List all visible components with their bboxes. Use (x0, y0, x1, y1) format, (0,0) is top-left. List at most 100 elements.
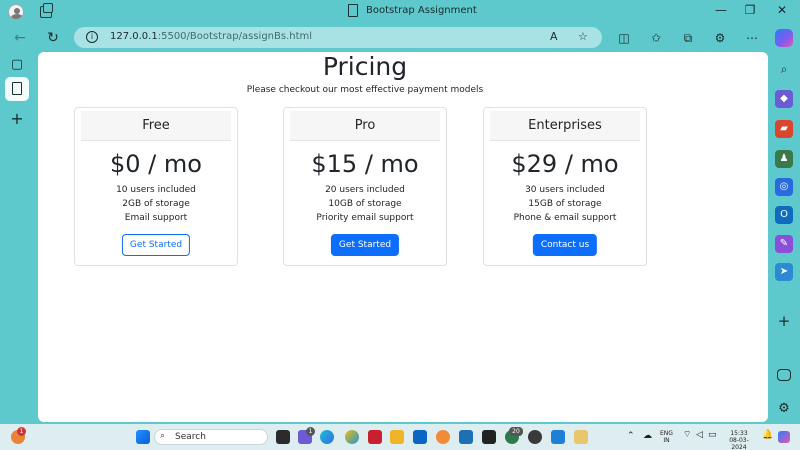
mcafee-icon[interactable] (368, 430, 382, 444)
volume-icon[interactable]: ◁ (696, 431, 703, 440)
wordpress-icon[interactable] (528, 430, 542, 444)
get-started-button[interactable]: Get Started (330, 234, 400, 256)
edge-browser-icon[interactable] (320, 430, 334, 444)
card-price: $0 / mo (110, 150, 202, 178)
url-path: :5500/Bootstrap/assignBs.html (157, 31, 313, 42)
feature-item: 20 users included (325, 185, 405, 195)
feature-list: 20 users included 10GB of storage Priori… (284, 183, 446, 225)
sidebar-screenshot-icon[interactable] (777, 369, 791, 381)
linkedin-icon[interactable] (413, 430, 427, 444)
address-url[interactable]: 127.0.0.1:5500/Bootstrap/assignBs.html (110, 31, 312, 42)
address-bar[interactable]: i 127.0.0.1:5500/Bootstrap/assignBs.html… (74, 27, 602, 48)
sidebar-copilot-icon[interactable]: ◎ (775, 178, 793, 196)
sidebar-designer-icon[interactable]: ✎ (775, 235, 793, 253)
sidebar-games-icon[interactable]: ♟ (775, 150, 793, 168)
close-button[interactable]: ✕ (773, 3, 791, 17)
card-header: Free (81, 111, 231, 141)
active-tab-document-icon[interactable] (5, 77, 29, 101)
battery-icon[interactable]: ▭ (708, 431, 717, 440)
region-code: IN (663, 437, 670, 444)
copilot-icon[interactable] (775, 29, 793, 47)
sidebar-shopping-icon[interactable]: ◆ (775, 90, 793, 108)
notifications-bell-icon[interactable]: 🔔 (762, 431, 773, 440)
feature-item: Priority email support (316, 213, 414, 223)
page-title: Pricing (322, 52, 408, 81)
pricing-card-enterprises: Enterprises $29 / mo 30 users included 1… (483, 107, 647, 266)
language-code: ENG (660, 430, 673, 437)
document-icon (348, 4, 358, 17)
feature-list: 30 users included 15GB of storage Phone … (484, 183, 646, 225)
copilot-app-icon[interactable] (345, 430, 359, 444)
clock[interactable]: 15:33 08-03-2024 (722, 430, 756, 450)
feature-item: 15GB of storage (528, 199, 602, 209)
feature-item: 30 users included (525, 185, 605, 195)
clock-date: 08-03-2024 (729, 437, 749, 450)
web-page: Pricing Please checkout our most effecti… (38, 52, 768, 422)
window-title-wrap: Bootstrap Assignment (348, 4, 477, 17)
language-indicator[interactable]: ENG IN (660, 430, 673, 444)
taskbar-search[interactable]: ⌕ Search (154, 429, 268, 445)
tab-document-icon (12, 82, 22, 95)
title-bar: Bootstrap Assignment — ❐ ✕ (0, 0, 800, 24)
feature-item: Email support (124, 213, 188, 223)
sidebar-search-icon[interactable]: ⌕ (775, 60, 793, 78)
search-label: Search (175, 432, 206, 442)
navigation-row: ← ↻ i 127.0.0.1:5500/Bootstrap/assignBs.… (0, 24, 800, 52)
tray-expand-icon[interactable]: ⌃ (627, 432, 635, 441)
clock-time: 15:33 (730, 430, 748, 437)
vscode-icon[interactable] (551, 430, 565, 444)
card-price: $15 / mo (311, 150, 419, 178)
app-icon[interactable] (574, 430, 588, 444)
more-options-icon[interactable]: ⋯ (744, 30, 760, 46)
app-icon[interactable] (436, 430, 450, 444)
sidebar-drop-icon[interactable]: ➤ (775, 263, 793, 281)
favorite-star-icon[interactable]: ☆ (578, 30, 588, 43)
vertical-tabs-icon[interactable]: ▢ (8, 56, 26, 74)
notification-badge: 1 (17, 427, 26, 436)
pricing-card-free: Free $0 / mo 10 users included 2GB of st… (74, 107, 238, 266)
whatsapp-badge: 20 (509, 427, 523, 436)
feature-item: 10 users included (116, 185, 196, 195)
feature-item: 10GB of storage (328, 199, 402, 209)
refresh-button[interactable]: ↻ (44, 30, 62, 46)
pricing-card-pro: Pro $15 / mo 20 users included 10GB of s… (283, 107, 447, 266)
store-icon[interactable] (459, 430, 473, 444)
card-header: Pro (290, 111, 440, 141)
collections-icon[interactable]: ⧉ (680, 30, 696, 46)
card-price: $29 / mo (511, 150, 619, 178)
profile-avatar-icon[interactable] (8, 4, 24, 20)
contact-us-button[interactable]: Contact us (532, 234, 598, 256)
window-title: Bootstrap Assignment (366, 5, 477, 16)
split-screen-icon[interactable]: ◫ (616, 30, 632, 46)
file-explorer-icon[interactable] (390, 430, 404, 444)
sidebar-tools-icon[interactable]: ▰ (775, 120, 793, 138)
sidebar-add-button[interactable]: + (775, 312, 793, 330)
minimize-button[interactable]: — (712, 3, 730, 17)
copilot-tray-icon[interactable] (778, 431, 790, 443)
github-icon[interactable] (482, 430, 496, 444)
onedrive-icon[interactable]: ☁ (643, 432, 652, 441)
feature-item: Phone & email support (513, 213, 617, 223)
taskbar: 1 ⌕ Search 1 20 ⌃ ☁ ENG IN ⌔ ◁ ▭ 15:33 0… (0, 424, 800, 450)
sidebar-outlook-icon[interactable]: O (775, 206, 793, 224)
app-badge: 1 (306, 427, 315, 436)
card-header: Enterprises (490, 111, 640, 141)
maximize-button[interactable]: ❐ (741, 3, 759, 17)
get-started-button[interactable]: Get Started (121, 234, 191, 256)
favorites-icon[interactable]: ✩ (648, 30, 664, 46)
feature-item: 2GB of storage (122, 199, 190, 209)
read-aloud-icon[interactable]: A (550, 30, 558, 43)
start-button-icon[interactable] (136, 430, 150, 444)
wifi-icon[interactable]: ⌔ (683, 431, 691, 440)
new-tab-button[interactable]: + (8, 110, 26, 128)
back-button[interactable]: ← (11, 30, 29, 46)
site-info-icon[interactable]: i (86, 31, 98, 43)
url-host: 127.0.0.1 (110, 31, 158, 42)
search-icon: ⌕ (160, 431, 166, 441)
workspaces-icon[interactable] (40, 3, 53, 18)
task-view-icon[interactable] (276, 430, 290, 444)
extensions-icon[interactable]: ⚙ (712, 30, 728, 46)
sidebar-settings-icon[interactable]: ⚙ (775, 400, 793, 418)
page-subtitle: Please checkout our most effective payme… (246, 85, 484, 95)
feature-list: 10 users included 2GB of storage Email s… (75, 183, 237, 225)
